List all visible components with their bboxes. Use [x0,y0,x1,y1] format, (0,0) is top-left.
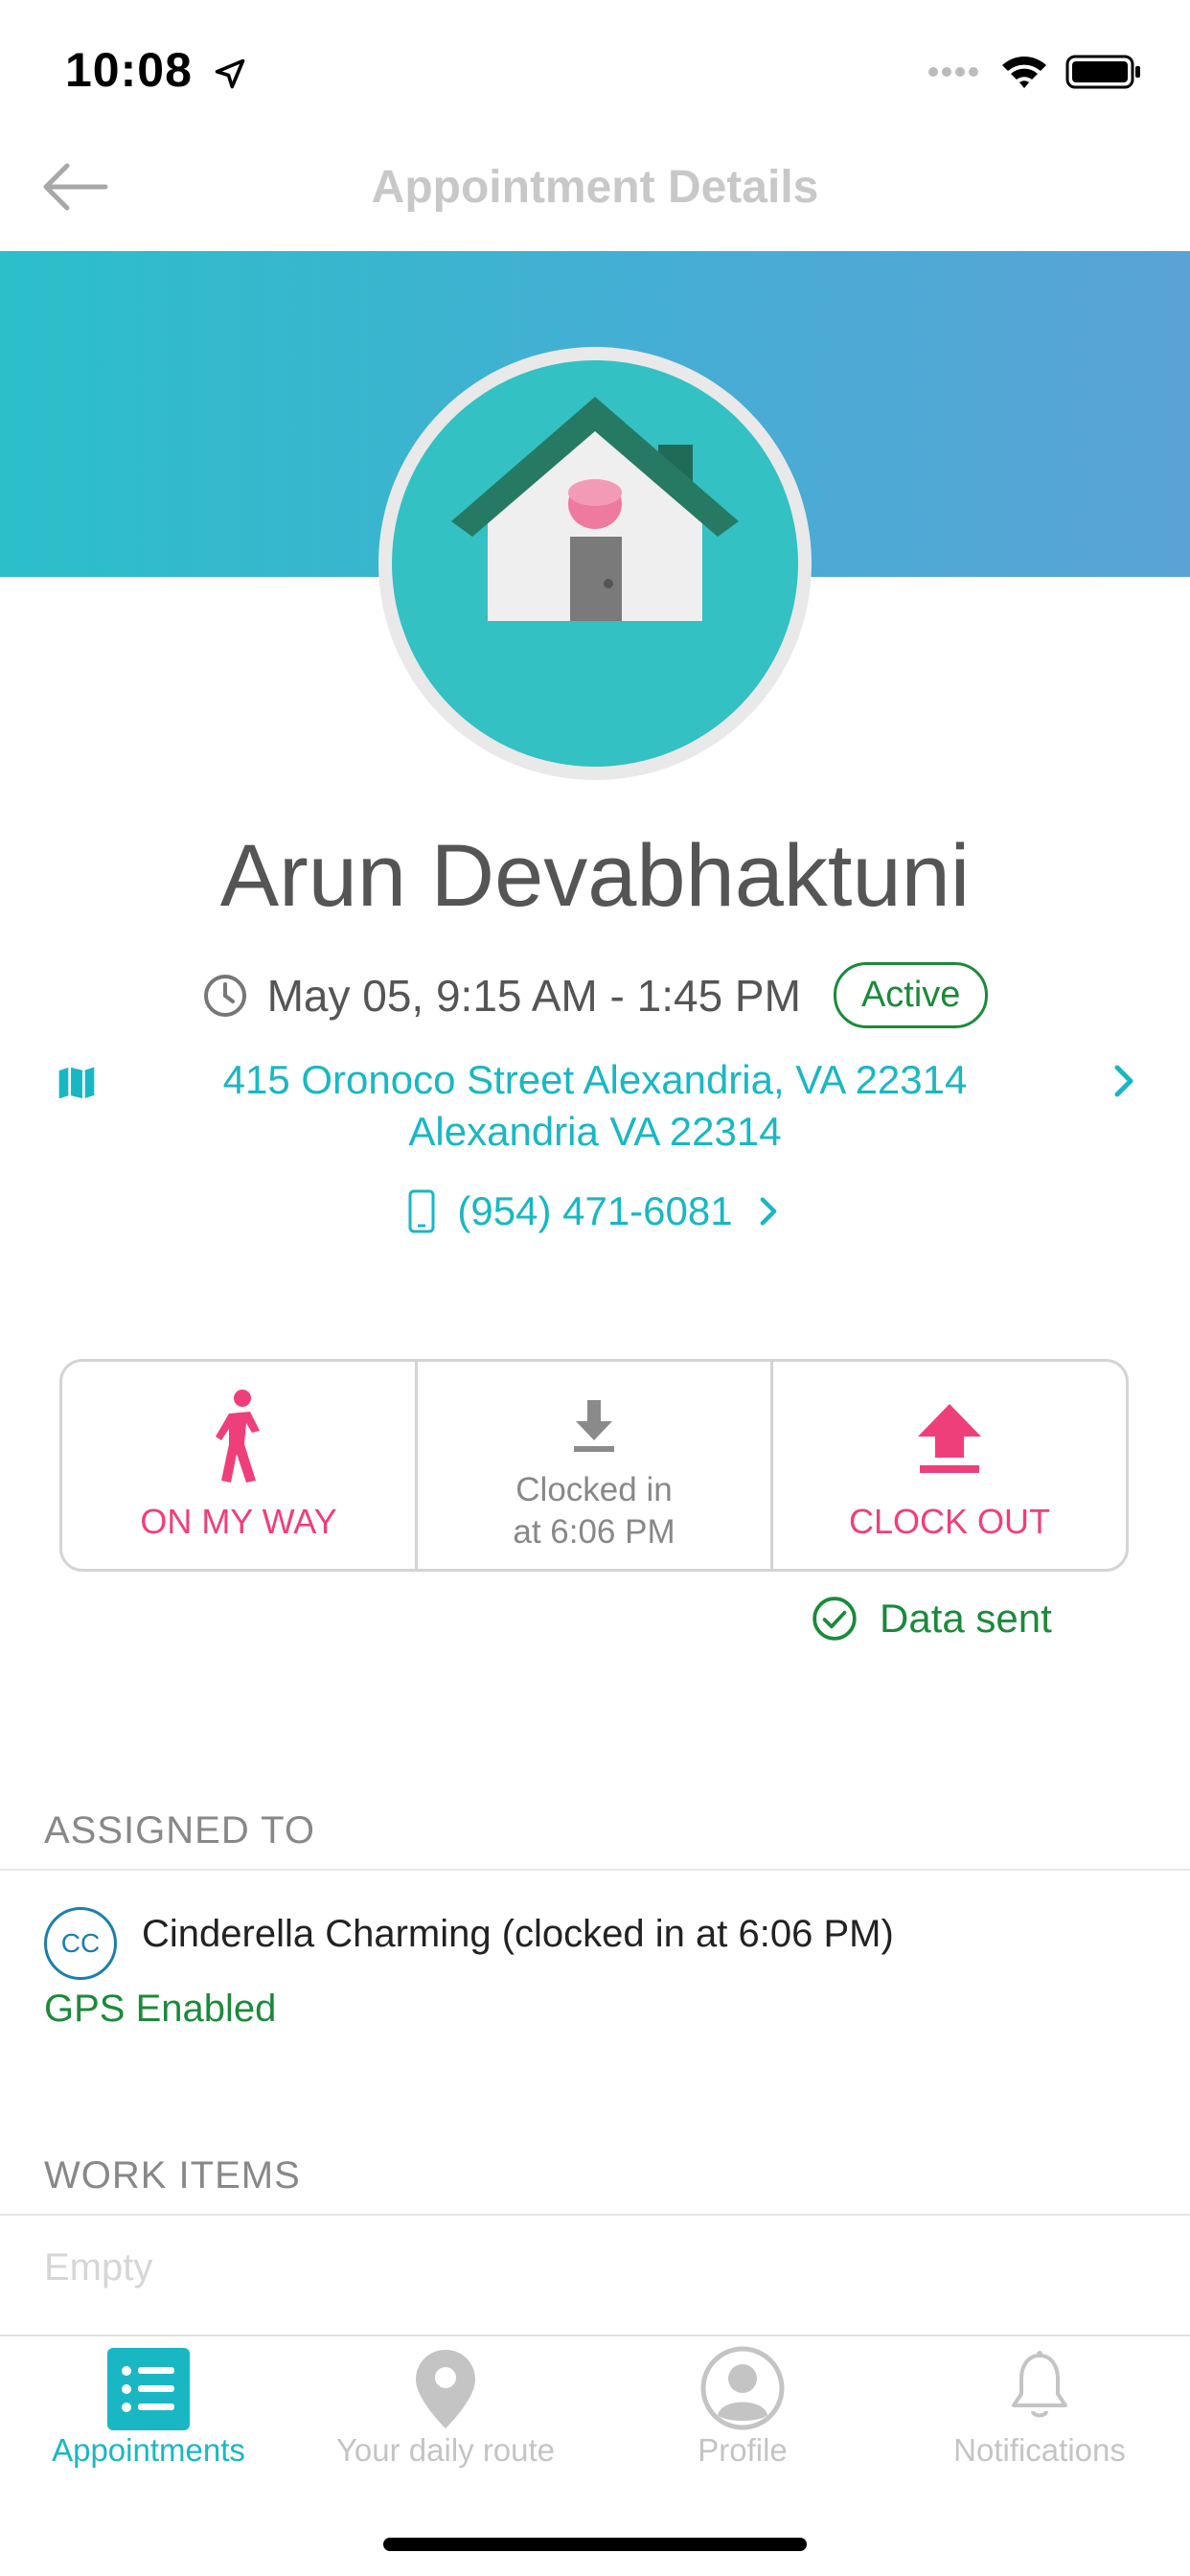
check-circle-icon [812,1597,857,1641]
on-my-way-label: ON MY WAY [140,1502,337,1541]
client-name: Arun Devabhaktuni [219,827,971,925]
assignee-name: Cinderella Charming (clocked in at 6:06 … [142,1913,894,1955]
data-sent-indicator: Data sent [811,1595,1052,1643]
appointment-time-row: May 05, 9:15 AM - 1:45 PM Active [0,962,1190,1028]
upload-icon [918,1404,981,1473]
wifi-icon [1002,57,1046,88]
clock-out-button[interactable]: CLOCK OUT [770,1362,1126,1569]
tab-appointments-label: Appointments [52,2432,245,2468]
tab-profile-label: Profile [698,2432,788,2468]
address-line-2: Alexandria VA 22314 [408,1109,782,1154]
work-items-empty: Empty [44,2246,153,2288]
address-link[interactable]: 415 Oronoco Street Alexandria, VA 22314 … [144,1054,1046,1158]
location-pin-icon [416,2350,475,2428]
avatar [392,360,798,767]
status-time-text: 10:08 [65,43,193,97]
clocked-in-line-1: Clocked in [515,1471,673,1508]
status-badge: Active [833,962,989,1028]
clocked-in-line-2: at 6:06 PM [513,1513,675,1551]
tab-daily-route-label: Your daily route [335,2432,556,2468]
appointment-time: May 05, 9:15 AM - 1:45 PM [266,970,801,1021]
page-title: Appointment Details [371,162,819,213]
status-time: 10:08 [65,42,247,98]
list-icon [107,2348,190,2430]
profile-icon [700,2346,785,2430]
divider [0,2214,1190,2216]
download-icon [574,1400,614,1452]
clock-icon [203,974,246,1017]
clock-out-label: CLOCK OUT [848,1502,1051,1541]
divider [0,1869,1190,1871]
tab-notifications-label: Notifications [953,2432,1126,2468]
map-button[interactable] [56,1062,98,1109]
data-sent-text: Data sent [880,1596,1052,1641]
home-indicator [383,2538,807,2551]
clocked-in-label: Clocked in at 6:06 PM [418,1469,770,1553]
battery-icon [1065,55,1140,89]
on-my-way-button[interactable]: ON MY WAY [62,1362,415,1569]
chevron-right-icon [1114,1065,1133,1097]
chevron-right-icon [760,1197,776,1226]
clocked-in-status: Clocked in at 6:06 PM [415,1362,770,1569]
bell-icon [1012,2351,1067,2418]
action-buttons: ON MY WAY Clocked in at 6:06 PM CLOCK OU… [59,1359,1129,1572]
address-line-1: 415 Oronoco Street Alexandria, VA 22314 [222,1057,968,1102]
work-items-header: WORK ITEMS [44,2154,301,2196]
address-chevron[interactable] [1108,1062,1140,1105]
location-arrow-icon [215,58,245,89]
map-icon [58,1067,95,1099]
gps-status: GPS Enabled [44,1988,277,2030]
house-icon [451,397,739,621]
assignee-avatar: CC [44,1907,117,1980]
phone-icon [408,1189,435,1233]
walking-person-icon [216,1390,260,1483]
phone-link[interactable]: (954) 471-6081 [0,1188,1190,1234]
tab-bar: Appointments Your daily route Profile No… [0,2334,1190,2509]
assigned-to-header: ASSIGNED TO [44,1809,315,1852]
status-icons [927,54,1142,90]
signal-icon [928,67,978,77]
phone-number: (954) 471-6081 [457,1188,733,1233]
